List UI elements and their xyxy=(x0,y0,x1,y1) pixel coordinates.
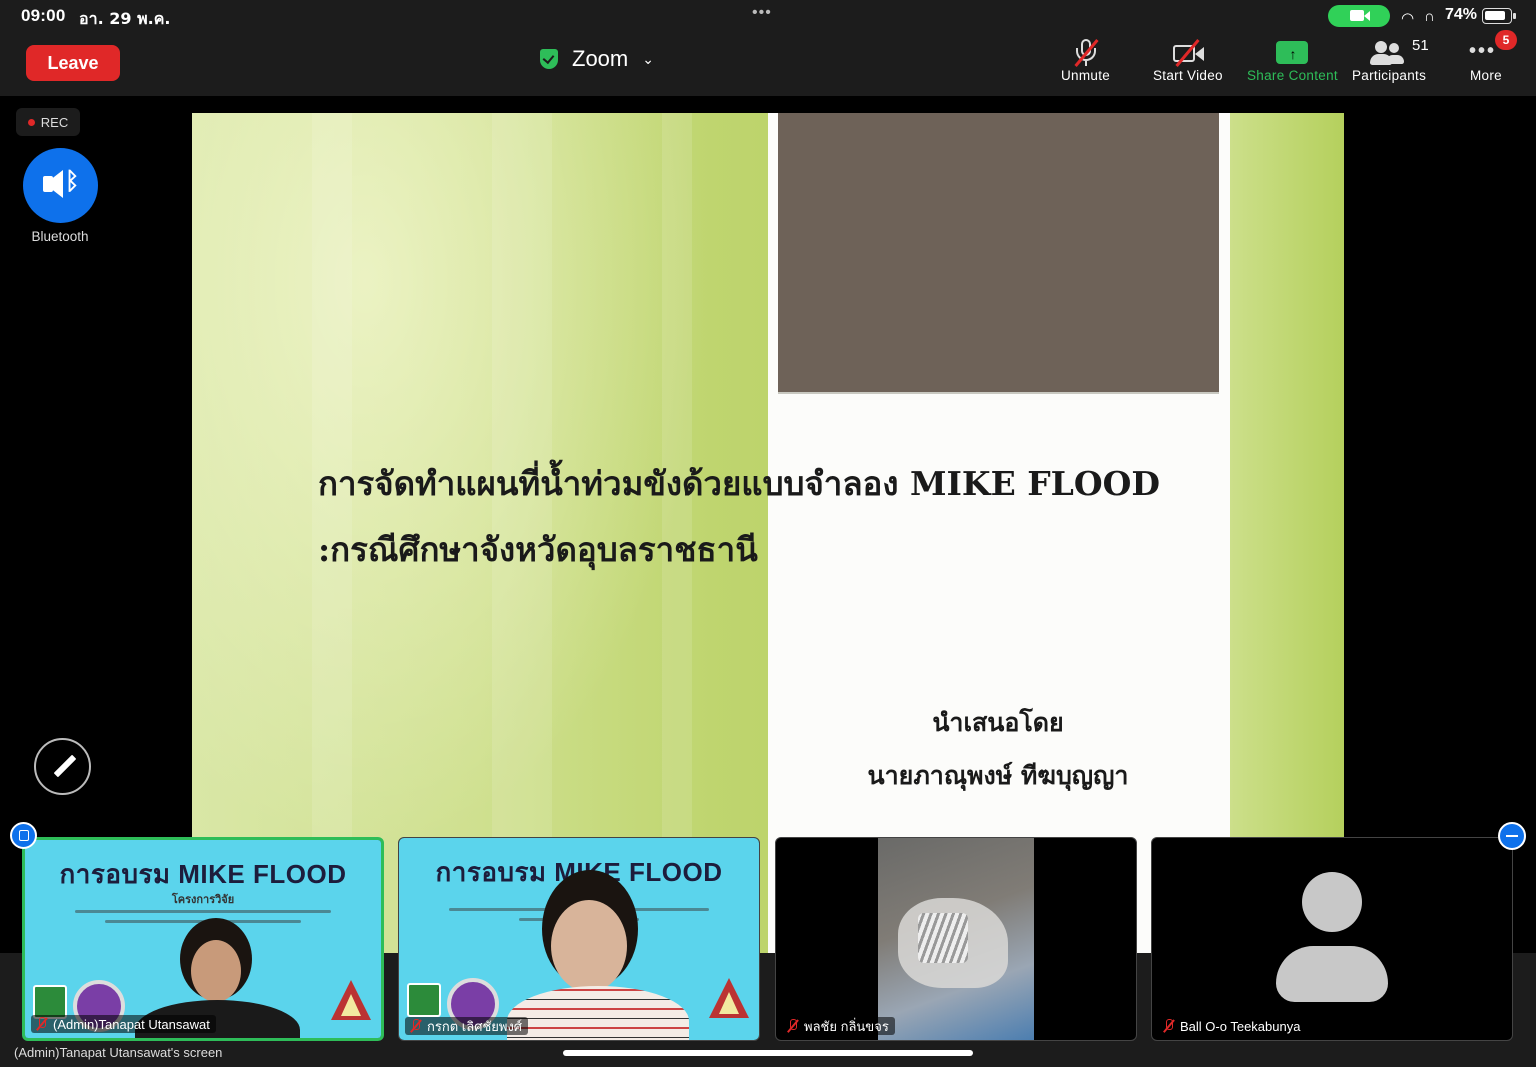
leave-button[interactable]: Leave xyxy=(26,45,120,81)
meeting-toolbar: Leave Zoom ⌄ Unmute Start Video ↑ Share … xyxy=(0,30,1536,96)
home-indicator[interactable] xyxy=(563,1050,973,1056)
muted-mic-icon xyxy=(35,1017,49,1031)
share-content-button[interactable]: ↑ Share Content xyxy=(1247,38,1338,90)
slide-presented-by: นำเสนอโดย xyxy=(932,708,1064,737)
participant-name-bar: (Admin)Tanapat Utansawat xyxy=(31,1015,216,1033)
share-content-label: Share Content xyxy=(1247,68,1338,83)
video-tile-1[interactable]: การอบรม MIKE FLOOD โครงการวิจัย (Admin)T… xyxy=(22,837,384,1041)
participant-face xyxy=(191,940,241,1002)
muted-mic-icon xyxy=(409,1019,423,1033)
speaker-cone-icon xyxy=(45,170,63,198)
headphones-icon: ∩ xyxy=(1424,8,1435,25)
gallery-toggle-button[interactable] xyxy=(10,822,37,849)
meeting-title: Zoom xyxy=(572,46,629,71)
battery-icon xyxy=(1482,8,1512,24)
participant-name-bar: พลชัย กลิ่นขจร xyxy=(782,1017,895,1035)
battery-percent: 74% xyxy=(1445,6,1478,23)
avatar-body xyxy=(1276,946,1388,1002)
participants-icon xyxy=(1369,38,1409,68)
unmute-button[interactable]: Unmute xyxy=(1061,38,1110,90)
annotate-button[interactable] xyxy=(34,738,91,795)
participants-count: 51 xyxy=(1412,37,1429,54)
video-off-icon xyxy=(1168,38,1208,68)
battery-nub xyxy=(1513,13,1516,19)
wifi-icon: ◠ xyxy=(1401,10,1415,27)
slide-presenter-name: นายภาณุพงษ์ ทีฆบุญญา xyxy=(867,761,1129,790)
participants-label: Participants xyxy=(1352,68,1427,83)
chevron-down-icon: ⌄ xyxy=(642,50,654,67)
start-video-button[interactable]: Start Video xyxy=(1153,38,1223,90)
multitasking-dots-icon[interactable]: ••• xyxy=(752,4,772,22)
org-logo-icon xyxy=(33,985,67,1019)
record-dot-icon xyxy=(27,118,35,126)
shared-screen[interactable]: การจัดทำแผนที่น้ำท่วมขังด้วยแบบจำลอง MIK… xyxy=(192,113,1344,953)
org-logo-icon xyxy=(407,983,441,1017)
microphone-muted-icon xyxy=(1066,38,1106,68)
background-subtitle: โครงการวิจัย xyxy=(171,894,235,906)
status-time: 09:00 xyxy=(21,6,66,25)
camera-in-use-icon xyxy=(1328,5,1390,27)
participant-name: Ball O-o Teekabunya xyxy=(1180,1018,1301,1034)
share-screen-icon: ↑ xyxy=(1272,38,1312,68)
participant-name-bar: Ball O-o Teekabunya xyxy=(1158,1017,1307,1035)
participant-name: พลชัย กลิ่นขจร xyxy=(804,1018,889,1034)
slide-photo-placeholder xyxy=(778,113,1219,394)
minus-icon xyxy=(1506,835,1518,837)
participant-name: กรกต เลิศชัยพงศ์ xyxy=(427,1018,523,1034)
pencil-icon xyxy=(53,754,77,778)
shared-screen-label: (Admin)Tanapat Utansawat's screen xyxy=(8,1041,229,1063)
slide-right-panel xyxy=(1230,113,1344,953)
video-tile-2[interactable]: การอบรม MIKE FLOOD กรกต เลิศชัยพงศ์ xyxy=(398,837,760,1041)
minimize-strip-button[interactable] xyxy=(1498,822,1526,850)
start-video-label: Start Video xyxy=(1153,68,1223,83)
participant-name: (Admin)Tanapat Utansawat xyxy=(53,1016,210,1032)
background-title: การอบรม MIKE FLOOD xyxy=(59,859,347,889)
meeting-title-dropdown[interactable]: Zoom ⌄ xyxy=(540,44,654,74)
slide-title-line2: :กรณีศึกษาจังหวัดอุบลราชธานี xyxy=(318,530,758,569)
recording-indicator[interactable]: REC xyxy=(16,108,80,136)
rec-label: REC xyxy=(40,114,69,130)
video-tile-4[interactable]: Ball O-o Teekabunya xyxy=(1151,837,1513,1041)
audio-output-button[interactable]: ᛒ xyxy=(23,148,98,223)
participant-face xyxy=(551,900,627,992)
more-notification-badge: 5 xyxy=(1495,30,1517,50)
slide-title-line1: การจัดทำแผนที่น้ำท่วมขังด้วยแบบจำลอง MIK… xyxy=(318,464,1160,503)
muted-mic-icon xyxy=(786,1019,800,1033)
avatar-placeholder-icon xyxy=(1302,872,1362,932)
org-triangle-logo-icon xyxy=(709,978,749,1023)
encryption-shield-icon xyxy=(540,49,558,69)
status-bar: 09:00 อา. 29 พ.ค. ••• ◠ ∩ 74% xyxy=(0,0,1536,32)
participant-video xyxy=(878,838,1034,1040)
video-tile-3[interactable]: พลชัย กลิ่นขจร xyxy=(775,837,1137,1041)
muted-mic-icon xyxy=(1162,1019,1176,1033)
more-label: More xyxy=(1470,68,1502,83)
participant-name-bar: กรกต เลิศชัยพงศ์ xyxy=(405,1017,529,1035)
status-date: อา. 29 พ.ค. xyxy=(79,9,171,28)
org-triangle-logo-icon xyxy=(331,980,371,1025)
bluetooth-icon: ᛒ xyxy=(65,168,80,195)
person-square-icon xyxy=(19,830,29,841)
audio-output-label: Bluetooth xyxy=(31,229,89,244)
unmute-label: Unmute xyxy=(1061,68,1111,83)
